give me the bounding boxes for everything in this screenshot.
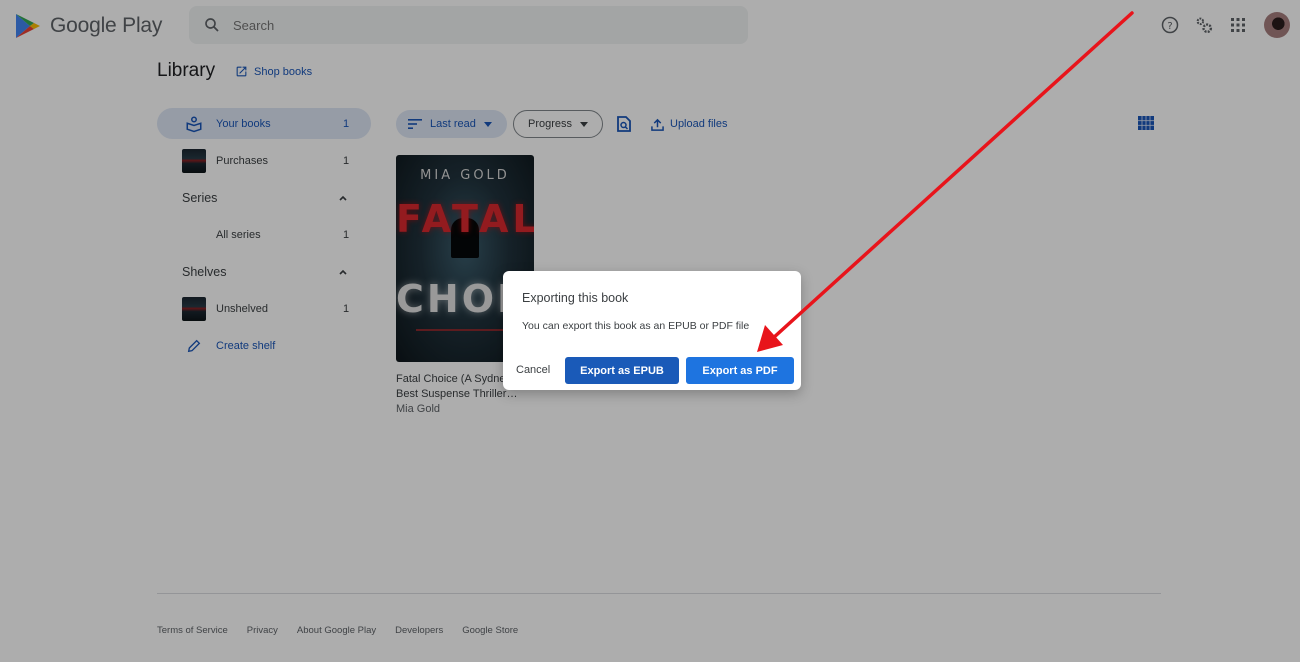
cancel-button[interactable]: Cancel: [516, 364, 550, 376]
export-pdf-button[interactable]: Export as PDF: [686, 357, 794, 384]
dialog-body: You can export this book as an EPUB or P…: [522, 320, 750, 332]
export-epub-button[interactable]: Export as EPUB: [565, 357, 679, 384]
dialog-title: Exporting this book: [522, 291, 629, 305]
export-dialog: Exporting this book You can export this …: [503, 271, 801, 390]
